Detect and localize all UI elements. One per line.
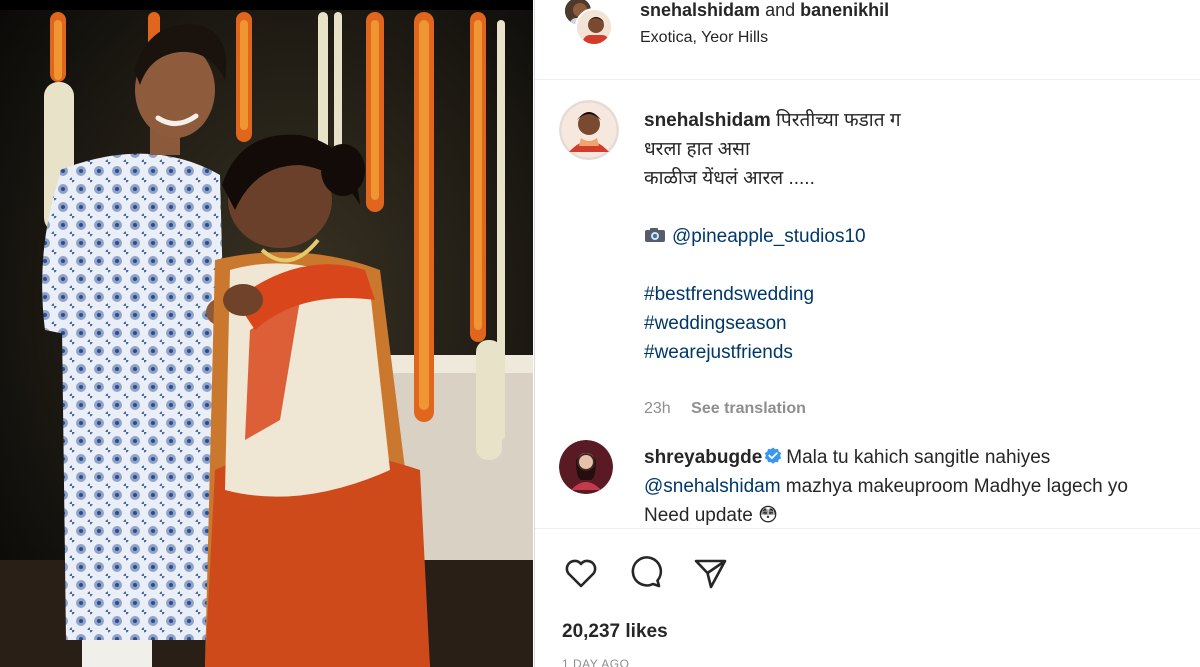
post-authors: snehalshidam and banenikhil [640,0,889,20]
authors-joiner: and [765,0,796,20]
avatar-photo [559,440,613,494]
post-actions: 20,237 likes 1 DAY AGO [535,528,1200,667]
comment-mention[interactable]: @snehalshidam [644,476,781,497]
post-photo-illustration [0,0,533,667]
camera-icon [645,228,665,242]
caption-line: धरला हात असा [644,139,750,160]
avatar-photo [559,100,619,160]
flushed-emoji: 😳 [758,505,778,526]
comment-line: mazhya makeuproom Madhye lagech yo [780,476,1128,497]
caption-time[interactable]: 23h [644,400,671,417]
credit-mention[interactable]: @pineapple_studios10 [672,226,866,247]
post-photo[interactable] [0,0,533,667]
avatar-snehalshidam[interactable] [575,8,613,46]
caption-line: काळीज येंधलं आरल ..... [644,168,815,189]
verified-badge-icon [765,447,782,464]
likes-count[interactable]: 20,237 likes [562,621,668,643]
comment-line: Need update [644,505,753,526]
caption-line: पिरतीच्या फडात ग [776,110,901,131]
like-button[interactable] [561,553,601,593]
comment-icon [631,556,663,588]
comment-button[interactable] [626,553,666,593]
comment-username[interactable]: shreyabugde [644,447,762,468]
avatar[interactable] [559,100,619,160]
share-icon [694,559,727,589]
hashtag-link[interactable]: #bestfrendswedding [644,280,901,309]
heart-icon [565,559,597,588]
post-header: snehalshidam and banenikhil Exotica, Yeo… [535,0,1200,80]
post-date[interactable]: 1 DAY AGO [562,657,629,667]
hashtag-link[interactable]: #weddingseason [644,309,901,338]
avatar[interactable] [559,440,613,494]
caption-username[interactable]: snehalshidam [644,110,771,131]
see-translation-button[interactable]: See translation [691,400,806,417]
post-location[interactable]: Exotica, Yeor Hills [640,29,768,47]
caption-meta: 23h See translation [644,400,806,418]
share-button[interactable] [690,553,730,593]
author-link[interactable]: snehalshidam [640,0,760,20]
comment-text: shreyabugde Mala tu kahich sangitle nahi… [644,443,1128,528]
comments-section[interactable]: snehalshidam पिरतीच्या फडात ग धरला हात अ… [535,80,1200,528]
avatar-photo [577,10,611,44]
comment-line: Mala tu kahich sangitle nahiyes [786,447,1051,468]
collab-avatars[interactable] [561,0,617,56]
caption-text: snehalshidam पिरतीच्या फडात ग धरला हात अ… [644,106,901,367]
author-link[interactable]: banenikhil [800,0,889,20]
post-side-panel: snehalshidam and banenikhil Exotica, Yeo… [534,0,1200,667]
hashtag-link[interactable]: #wearejustfriends [644,338,901,367]
